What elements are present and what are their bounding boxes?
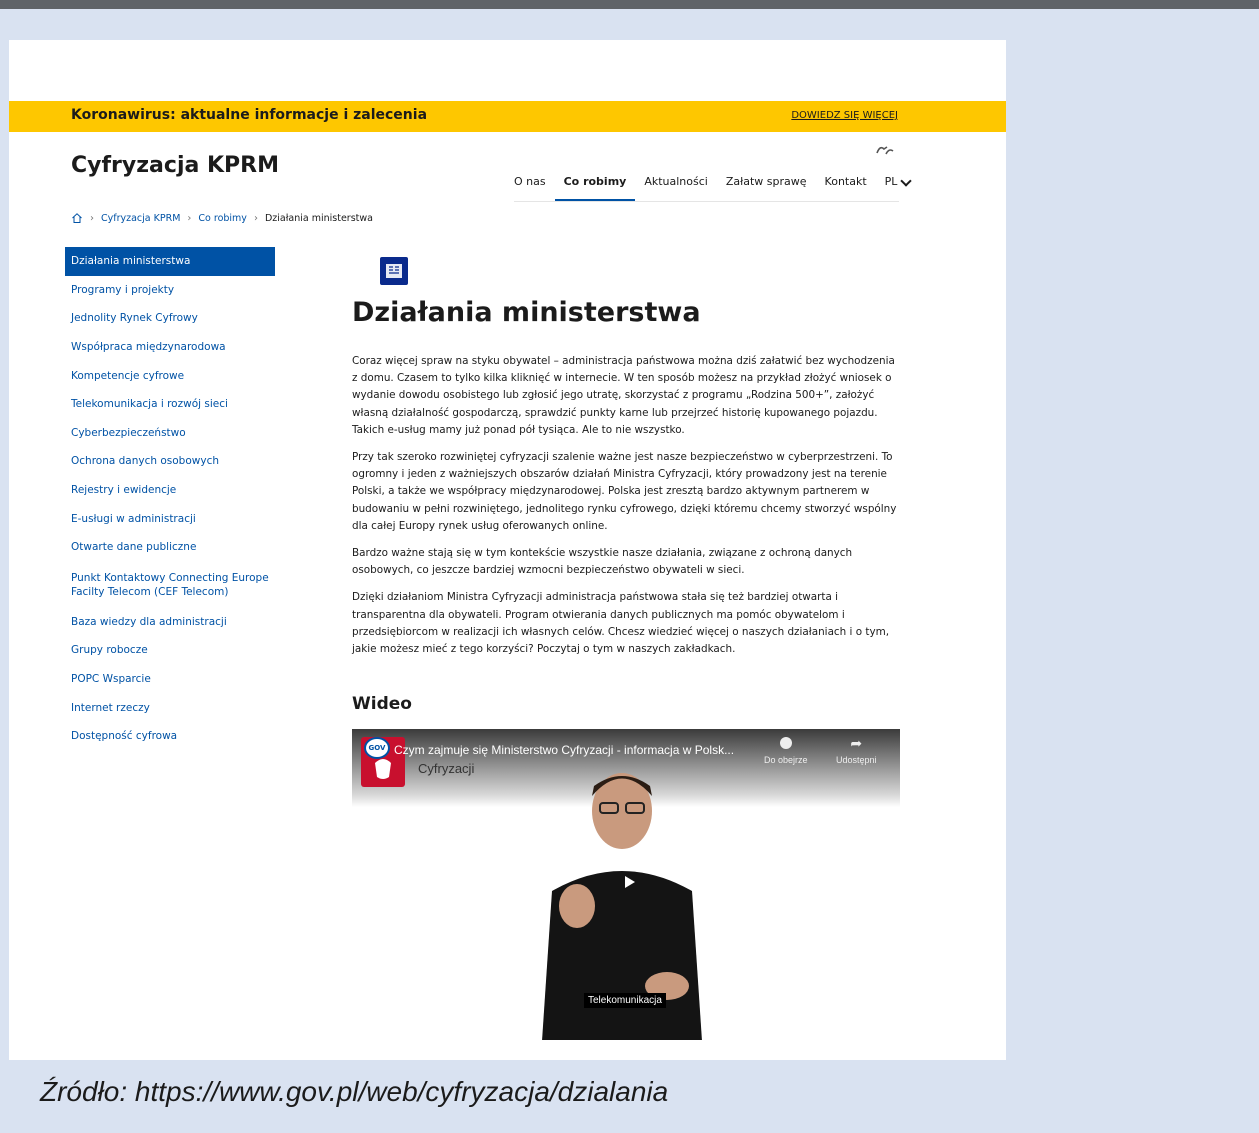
share-icon: ➦ <box>850 735 863 751</box>
sidebar-item-cef-telecom[interactable]: Punkt Kontaktowy Connecting Europe Facil… <box>65 562 275 608</box>
browser-page: Koronawirus: aktualne informacje i zalec… <box>9 40 1006 1060</box>
sign-language-page-icon <box>380 257 408 285</box>
breadcrumb-separator-icon: › <box>187 212 192 224</box>
sidebar-item-baza-wiedzy[interactable]: Baza wiedzy dla administracji <box>65 608 275 637</box>
paragraph: Bardzo ważne stają się w tym kontekście … <box>352 547 853 577</box>
paragraph: Przy tak szeroko rozwiniętej cyfryzacji … <box>352 451 897 532</box>
sidebar-item-otwarte-dane[interactable]: Otwarte dane publiczne <box>65 533 275 562</box>
nav-divider <box>514 201 899 202</box>
site-title[interactable]: Cyfryzacja KPRM <box>71 153 279 178</box>
video-channel-text: Cyfryzacji <box>418 761 475 776</box>
video-player[interactable]: GOV Czym zajmuje się Ministerstwo Cyfryz… <box>352 729 900 1040</box>
sidebar-item-wspolpraca[interactable]: Współpraca międzynarodowa <box>65 333 275 362</box>
sidebar-item-programy[interactable]: Programy i projekty <box>65 276 275 305</box>
sidebar-item-internet-rzeczy[interactable]: Internet rzeczy <box>65 693 275 722</box>
sidebar-item-e-uslugi[interactable]: E-usługi w administracji <box>65 504 275 533</box>
nav-aktualnosci[interactable]: Aktualności <box>635 171 717 201</box>
language-label: PL <box>884 175 898 188</box>
paragraph: Coraz więcej spraw na styku obywatel – a… <box>352 355 895 436</box>
sidebar-item-cyberbezpieczenstwo[interactable]: Cyberbezpieczeństwo <box>65 419 275 448</box>
breadcrumb: › Cyfryzacja KPRM › Co robimy › Działani… <box>71 212 373 224</box>
breadcrumb-separator-icon: › <box>253 212 258 224</box>
share-label: Udostępni <box>836 755 877 765</box>
breadcrumb-current: Działania ministerstwa <box>264 212 373 224</box>
sidebar-item-dostepnosc[interactable]: Dostępność cyfrowa <box>65 722 275 751</box>
paragraph: Dzięki działaniom Ministra Cyfryzacji ad… <box>352 591 890 656</box>
sidebar-item-rejestry[interactable]: Rejestry i ewidencje <box>65 476 275 505</box>
nav-zalatw-sprawe[interactable]: Załatw sprawę <box>717 171 816 201</box>
watch-later-button[interactable]: Do obejrze <box>764 737 808 765</box>
page-title: Działania ministerstwa <box>352 297 701 328</box>
clock-icon <box>779 737 792 749</box>
sidebar-item-kompetencje[interactable]: Kompetencje cyfrowe <box>65 361 275 390</box>
sidebar-item-ochrona-danych[interactable]: Ochrona danych osobowych <box>65 447 275 476</box>
covid-more-link[interactable]: DOWIEDZ SIĘ WIĘCEJ <box>791 110 898 121</box>
sidebar-item-grupy-robocze[interactable]: Grupy robocze <box>65 636 275 665</box>
covid-banner-title: Koronawirus: aktualne informacje i zalec… <box>71 107 428 123</box>
nav-o-nas[interactable]: O nas <box>505 171 555 201</box>
source-caption: Źródło: https://www.gov.pl/web/cyfryzacj… <box>40 1076 669 1107</box>
sidebar-item-telekomunikacja[interactable]: Telekomunikacja i rozwój sieci <box>65 390 275 419</box>
watch-later-label: Do obejrze <box>764 755 808 765</box>
breadcrumb-cyfryzacja[interactable]: Cyfryzacja KPRM <box>101 213 180 224</box>
breadcrumb-co-robimy[interactable]: Co robimy <box>198 213 247 224</box>
sidebar-item-rynek-cyfrowy[interactable]: Jednolity Rynek Cyfrowy <box>65 304 275 333</box>
top-border <box>0 0 1259 9</box>
nav-kontakt[interactable]: Kontakt <box>816 171 876 201</box>
article-body: Coraz więcej spraw na styku obywatel – a… <box>352 353 900 668</box>
sidebar-item-dzialania[interactable]: Działania ministerstwa <box>65 247 275 276</box>
play-icon[interactable] <box>614 867 644 897</box>
video-heading: Wideo <box>352 694 412 714</box>
main-nav: O nas Co robimy Aktualności Załatw spraw… <box>505 171 919 201</box>
sidebar-menu: Działania ministerstwa Programy i projek… <box>65 247 275 751</box>
language-select[interactable]: PL <box>876 171 920 201</box>
nav-co-robimy[interactable]: Co robimy <box>554 171 636 201</box>
home-icon[interactable] <box>71 212 83 224</box>
breadcrumb-separator-icon: › <box>90 212 94 224</box>
sidebar-item-popc[interactable]: POPC Wsparcie <box>65 665 275 694</box>
covid-banner: Koronawirus: aktualne informacje i zalec… <box>9 101 1006 132</box>
gov-badge: GOV <box>364 737 390 759</box>
share-button[interactable]: ➦ Udostępni <box>836 735 877 765</box>
video-caption: Telekomunikacja <box>584 993 666 1008</box>
sign-language-icon[interactable] <box>875 143 895 160</box>
chevron-down-icon <box>900 175 913 187</box>
